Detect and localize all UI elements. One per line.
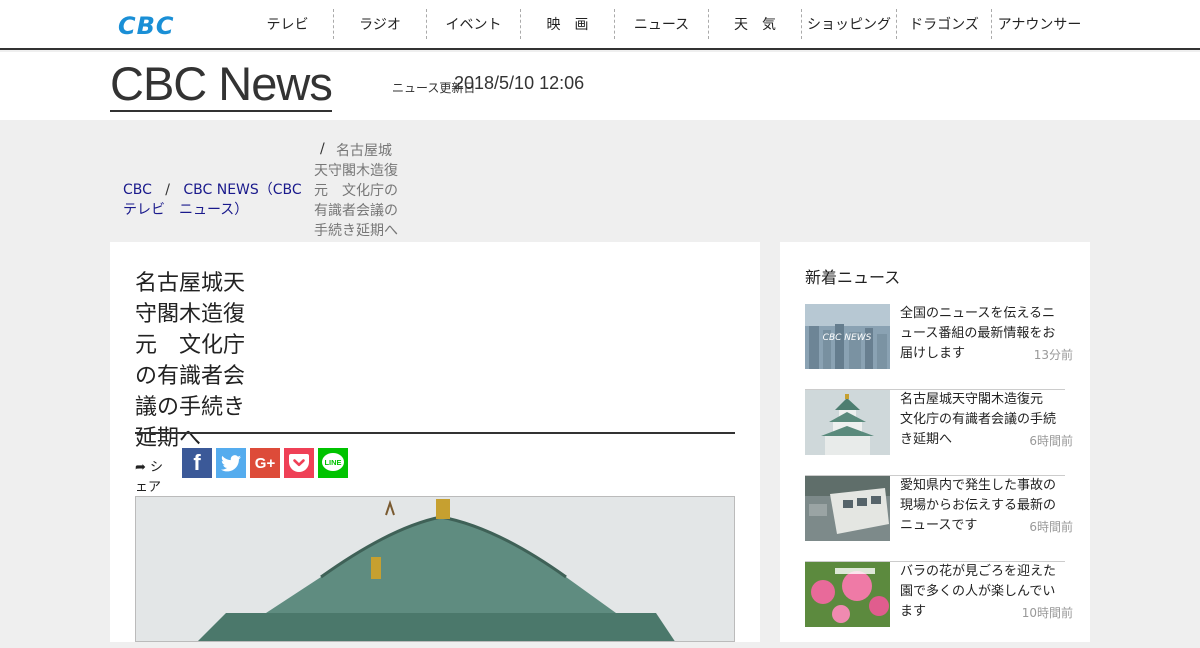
news-thumbnail bbox=[805, 562, 890, 627]
breadcrumb-current: 名古屋城天守閣木造復元 文化庁の有識者会議の手続き延期へ bbox=[314, 141, 400, 241]
cbc-logo[interactable]: CBC bbox=[118, 12, 175, 40]
news-item[interactable]: 愛知県内で発生した事故の現場からお伝えする最新のニュースです 6時間前 bbox=[805, 476, 1073, 562]
nav-item[interactable]: ショッピング bbox=[802, 9, 897, 39]
share-buttons: f G+ LINE bbox=[182, 448, 348, 478]
nav-item[interactable]: 映 画 bbox=[521, 9, 615, 39]
pocket-icon[interactable] bbox=[284, 448, 314, 478]
news-thumbnail bbox=[805, 476, 890, 541]
news-item[interactable]: 名古屋城天守閣木造復元 文化庁の有識者会議の手続き延期へ 6時間前 bbox=[805, 390, 1073, 476]
article-headline: 名古屋城天守閣木造復元 文化庁の有識者会議の手続き延期へ bbox=[135, 271, 246, 451]
news-thumbnail: CBC NEWS bbox=[805, 304, 890, 369]
news-thumbnail bbox=[805, 390, 890, 455]
nav-item[interactable]: アナウンサー bbox=[992, 9, 1087, 39]
nav-item[interactable]: 天 気 bbox=[709, 9, 802, 39]
top-navigation: CBC テレビ ラジオ イベント映 画ニュース天 気ショッピング ドラゴンズ アナウンサ… bbox=[0, 0, 1200, 50]
breadcrumb-separator: / bbox=[156, 182, 179, 198]
news-item[interactable]: CBC NEWS 全国のニュースを伝えるニュース番組の最新情報をお届けします 1… bbox=[805, 304, 1073, 390]
nav-item[interactable]: テレビ bbox=[242, 9, 334, 39]
news-time: 10時間前 bbox=[1021, 606, 1073, 620]
news-time: 6時間前 bbox=[1029, 434, 1073, 448]
article: 名古屋城天守閣木造復元 文化庁の有識者会議の手続き延期へ ➦ シェアする f G… bbox=[110, 242, 760, 642]
nav-item[interactable]: イベント bbox=[427, 9, 521, 39]
svg-text:CBC NEWS: CBC NEWS bbox=[823, 333, 872, 343]
news-item[interactable]: バラの花が見ごろを迎えた園で多くの人が楽しんでいます 10時間前 bbox=[805, 562, 1073, 648]
share-icon: ➦ bbox=[135, 460, 146, 475]
cbc-news-logo[interactable]: CBC News bbox=[110, 60, 333, 112]
line-icon[interactable]: LINE bbox=[318, 448, 348, 478]
svg-text:LINE: LINE bbox=[324, 458, 341, 467]
nav-item[interactable]: ドラゴンズ bbox=[897, 9, 992, 39]
sidebar: 新着ニュース CBC NEWS 全国のニュースを伝えるニュース番組の最新情報をお… bbox=[780, 242, 1090, 642]
main-nav: テレビ ラジオ イベント映 画ニュース天 気ショッピング ドラゴンズ アナウンサー bbox=[242, 9, 1087, 39]
twitter-icon[interactable] bbox=[216, 448, 246, 478]
sidebar-title: 新着ニュース bbox=[805, 268, 901, 287]
breadcrumb-home[interactable]: CBC bbox=[123, 182, 152, 198]
headline-divider bbox=[135, 432, 735, 434]
breadcrumb: CBC / CBC NEWS（CBCテレビ ニュース） bbox=[123, 180, 313, 220]
google-plus-icon[interactable]: G+ bbox=[250, 448, 280, 478]
facebook-icon[interactable]: f bbox=[182, 448, 212, 478]
updated-time: 2018/5/10 12:06 bbox=[454, 73, 585, 93]
breadcrumb-current-text: 名古屋城天守閣木造復元 文化庁の有識者会議の手続き延期へ bbox=[314, 143, 398, 239]
news-time: 13分前 bbox=[1033, 348, 1073, 362]
nav-item[interactable]: ラジオ bbox=[334, 9, 427, 39]
news-time: 6時間前 bbox=[1029, 520, 1073, 534]
article-photo bbox=[135, 496, 735, 642]
nav-item[interactable]: ニュース bbox=[615, 9, 709, 39]
news-header: CBC News ニュース更新日 2018/5/10 12:06 bbox=[0, 52, 1200, 120]
